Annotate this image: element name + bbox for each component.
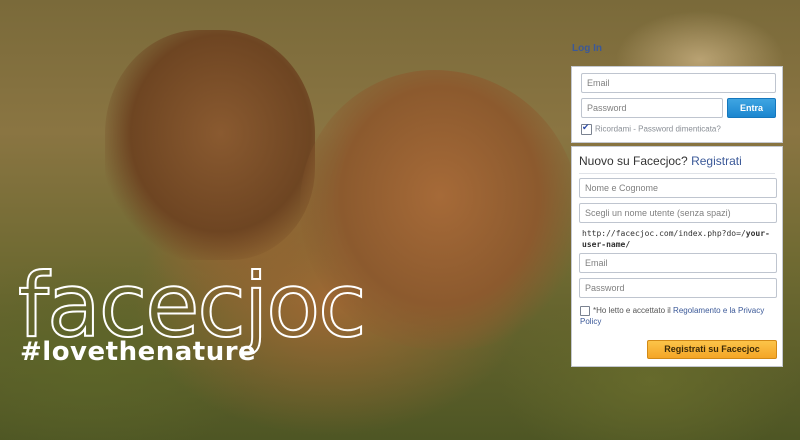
register-password-field[interactable] [579,278,777,298]
login-password-field[interactable] [581,98,723,118]
terms-label: *Ho letto e accettato il [593,306,674,315]
register-form: Nuovo su Facecjoc? Registrati http://fac… [571,146,783,367]
login-form: Entra Ricordami - Password dimenticata? [571,66,783,143]
remember-row: Ricordami - Password dimenticata? [581,122,721,135]
register-divider [579,173,775,174]
full-name-field[interactable] [579,178,777,198]
login-button[interactable]: Entra [727,98,776,118]
remember-label: Ricordami [595,124,632,134]
register-button[interactable]: Registrati su Facecjoc [647,340,777,359]
profile-url-note: http://facecjoc.com/index.php?do=/your-u… [582,228,772,250]
login-email-field[interactable] [581,73,776,93]
register-title: Nuovo su Facecjoc? Registrati [579,154,742,168]
lion-cub-image [105,30,315,260]
register-title-text: Nuovo su Facecjoc? [579,154,688,168]
login-title: Log In [572,43,602,54]
register-email-field[interactable] [579,253,777,273]
terms-row: *Ho letto e accettato il Regolamento e l… [580,305,776,327]
username-field[interactable] [579,203,777,223]
terms-checkbox[interactable] [580,305,590,316]
profile-url-prefix: http://facecjoc.com/index.php?do=/ [582,229,746,238]
forgot-password-link[interactable]: Password dimenticata? [638,125,721,134]
remember-checkbox[interactable] [581,122,592,135]
brand-tagline: #lovethenature [20,337,257,367]
register-title-link[interactable]: Registrati [691,154,742,168]
